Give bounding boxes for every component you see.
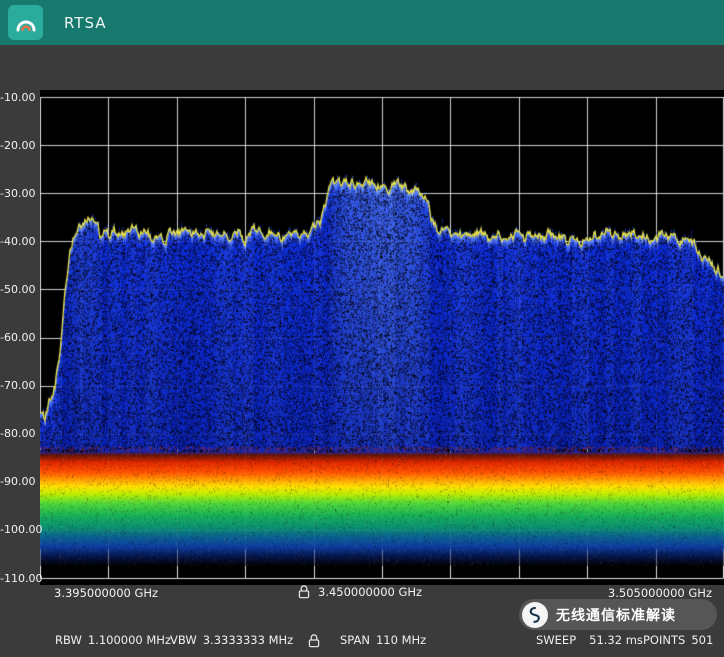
vbw-value: 3.3333333 MHz (203, 633, 293, 647)
span-readout[interactable]: SPAN 110 MHz (340, 633, 426, 647)
vbw-lock-icon[interactable] (308, 633, 320, 648)
stop-frequency-readout[interactable]: 3.505000000 GHz (608, 586, 712, 600)
y-axis-label: -30.00 (0, 187, 35, 200)
center-frequency-readout[interactable]: 3.450000000 GHz (318, 585, 422, 599)
y-axis-label: -60.00 (0, 331, 35, 344)
vbw-readout[interactable]: VBW 3.3333333 MHz (170, 633, 293, 647)
app-logo-icon (8, 5, 43, 40)
spectrum-persistence-display[interactable] (40, 90, 724, 585)
sweep-value: 51.32 ms (589, 633, 643, 647)
rbw-label: RBW (55, 633, 82, 647)
y-axis-label: -100.00 (0, 523, 35, 536)
y-axis-label: -50.00 (0, 283, 35, 296)
rbw-readout[interactable]: RBW 1.100000 MHz (55, 633, 171, 647)
points-label: POINTS (643, 633, 685, 647)
sweep-label: SWEEP (536, 633, 576, 647)
spectrum-arch-icon (14, 11, 38, 35)
center-frequency-group: 3.450000000 GHz (298, 584, 422, 599)
start-frequency-readout[interactable]: 3.395000000 GHz (54, 586, 158, 600)
vbw-label: VBW (170, 633, 197, 647)
points-readout[interactable]: POINTS 501 (643, 633, 713, 647)
y-axis-label: -70.00 (0, 379, 35, 392)
y-axis-label: -80.00 (0, 427, 35, 440)
y-axis-label: -40.00 (0, 235, 35, 248)
y-axis-label: -90.00 (0, 475, 35, 488)
watermark-logo-icon (522, 602, 548, 628)
rbw-value: 1.100000 MHz (88, 633, 171, 647)
center-frequency-lock-icon[interactable] (298, 584, 310, 599)
points-value: 501 (691, 633, 713, 647)
watermark-badge: 无线通信标准解读 (519, 599, 717, 630)
y-axis-label: -10.00 (0, 91, 35, 104)
watermark-text: 无线通信标准解读 (556, 605, 676, 625)
app-title: RTSA (64, 14, 107, 32)
span-label: SPAN (340, 633, 370, 647)
sweep-readout[interactable]: SWEEP 51.32 ms (536, 633, 643, 647)
span-value: 110 MHz (376, 633, 426, 647)
y-axis-label: -110.00 (0, 572, 35, 585)
y-axis-label: -20.00 (0, 139, 35, 152)
title-bar: RTSA (0, 0, 724, 45)
